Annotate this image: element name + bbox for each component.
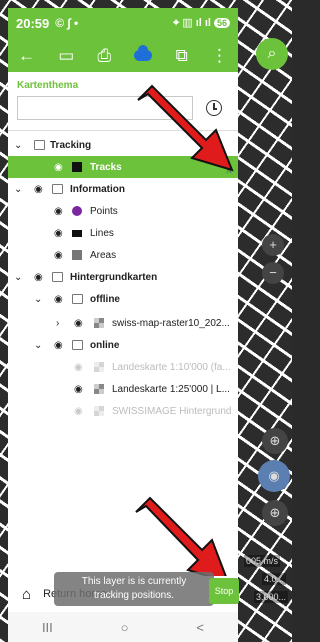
layer-label: Landeskarte 1:10'000 (fa...	[112, 361, 231, 373]
print-icon[interactable]: ⎙	[98, 47, 112, 64]
toast-line-2: tracking positions.	[93, 590, 175, 601]
zoom-out-button[interactable]: −	[262, 262, 284, 284]
point-style-icon	[72, 206, 82, 216]
layer-label: offline	[90, 293, 120, 305]
eye-icon[interactable]: ◉	[54, 206, 63, 217]
notification-icons: © ∫ •	[55, 16, 79, 30]
layer-row-online[interactable]: ⌄ ◉ online	[8, 334, 238, 356]
layer-label: Hintergrundkarten	[70, 271, 158, 283]
eye-icon[interactable]: ◉	[34, 272, 43, 283]
chevron-down-icon[interactable]: ⌄	[14, 272, 22, 283]
folder-icon	[72, 294, 83, 304]
raster-icon	[94, 318, 104, 328]
layer-row-offline[interactable]: ⌄ ◉ offline	[8, 288, 238, 310]
stop-button[interactable]: Stop	[209, 578, 239, 604]
chevron-down-icon[interactable]: ⌄	[34, 340, 42, 351]
folder-icon	[52, 272, 63, 282]
layer-row-information[interactable]: ⌄ ◉ Information	[8, 178, 238, 200]
eye-icon[interactable]: ◉	[34, 184, 43, 195]
status-bar: 20:59 © ∫ • ⌖ ▥ ıl ıl 56	[8, 8, 238, 38]
eye-off-icon[interactable]: ◉	[74, 406, 83, 417]
eye-icon[interactable]: ◉	[74, 384, 83, 395]
layer-row-landeskarte-25[interactable]: ◉ Landeskarte 1:25'000 | L...	[8, 378, 238, 400]
toolbar: ← ▭ ⎙ ⧉ ⋮	[8, 38, 238, 72]
raster-icon	[94, 384, 104, 394]
layer-label: swiss-map-raster10_202...	[112, 317, 230, 329]
cloud-icon[interactable]	[134, 44, 153, 61]
gps-icon[interactable]: ◉	[258, 460, 290, 492]
back-nav-icon[interactable]: <	[196, 620, 204, 635]
layer-label: Tracks	[90, 161, 122, 173]
eye-icon[interactable]: ◉	[74, 318, 83, 329]
raster-icon	[94, 406, 104, 416]
home-icon[interactable]: ⌂	[22, 586, 31, 603]
line-style-icon	[72, 229, 82, 237]
battery-badge: 56	[213, 18, 230, 28]
layer-label: Tracking	[50, 139, 92, 151]
tracking-toast: This layer is is currently tracking posi…	[54, 572, 214, 606]
eye-off-icon[interactable]: ◉	[74, 362, 83, 373]
eye-icon[interactable]: ◉	[54, 340, 63, 351]
kartenthema-label: Kartenthema	[17, 80, 79, 91]
layer-label: Information	[70, 183, 125, 195]
speed-readout: 005 m/s	[244, 555, 281, 567]
layer-row-lines[interactable]: ◉ Lines	[8, 222, 238, 244]
overflow-menu-icon[interactable]: ⋮	[211, 47, 228, 64]
layer-row-areas[interactable]: ◉ Areas	[8, 244, 238, 266]
altitude-readout: 3.000...	[254, 591, 289, 603]
annotation-arrow-top	[137, 84, 234, 172]
status-time: 20:59	[16, 15, 50, 31]
layer-row-landeskarte-10[interactable]: ◉ Landeskarte 1:10'000 (fa...	[8, 356, 238, 378]
toast-line-1: This layer is is currently	[81, 576, 187, 587]
layer-label: Points	[90, 205, 118, 217]
eye-icon[interactable]: ◉	[54, 162, 63, 173]
recent-apps-icon[interactable]: III	[42, 620, 53, 635]
signal-icons: ⌖ ▥ ıl ıl	[173, 17, 211, 29]
folder-icon	[72, 340, 83, 350]
layer-row-swissimage[interactable]: ◉ SWISSIMAGE Hintergrund	[8, 400, 238, 422]
back-arrow-icon[interactable]: ←	[18, 47, 35, 64]
eye-icon[interactable]: ◉	[54, 294, 63, 305]
home-nav-icon[interactable]: ○	[121, 620, 129, 635]
layer-label: Areas	[90, 249, 117, 261]
raster-icon	[94, 362, 104, 372]
chevron-right-icon[interactable]: ›	[56, 318, 59, 329]
line-style-icon	[72, 162, 82, 172]
layer-label: Landeskarte 1:25'000 | L...	[112, 383, 230, 395]
layer-label: online	[90, 339, 120, 351]
area-style-icon	[72, 250, 82, 260]
layer-label: SWISSIMAGE Hintergrund	[112, 405, 232, 417]
distance-readout: 4.0...	[262, 573, 287, 585]
folder-settings-icon[interactable]: ⧉	[176, 47, 188, 64]
zoom-in-button[interactable]: +	[262, 234, 284, 256]
folder-icon	[34, 140, 45, 150]
layer-row-hintergrundkarten[interactable]: ⌄ ◉ Hintergrundkarten	[8, 266, 238, 288]
locate-icon[interactable]: ⊕	[262, 428, 288, 454]
folder-icon	[52, 184, 63, 194]
eye-icon[interactable]: ◉	[54, 228, 63, 239]
add-icon[interactable]: ⊕	[262, 500, 288, 526]
layer-label: Lines	[90, 227, 114, 239]
layer-row-swiss-raster[interactable]: › ◉ swiss-map-raster10_202...	[8, 312, 238, 334]
system-nav-bar: III ○ <	[8, 612, 238, 642]
chevron-down-icon[interactable]: ⌄	[14, 184, 22, 195]
eye-icon[interactable]: ◉	[54, 250, 63, 261]
layer-row-points[interactable]: ◉ Points	[8, 200, 238, 222]
ruler-icon[interactable]: ▭	[58, 47, 74, 64]
chevron-down-icon[interactable]: ⌄	[14, 140, 22, 151]
search-icon[interactable]: ⌕	[256, 38, 288, 70]
chevron-down-icon[interactable]: ⌄	[34, 294, 42, 305]
